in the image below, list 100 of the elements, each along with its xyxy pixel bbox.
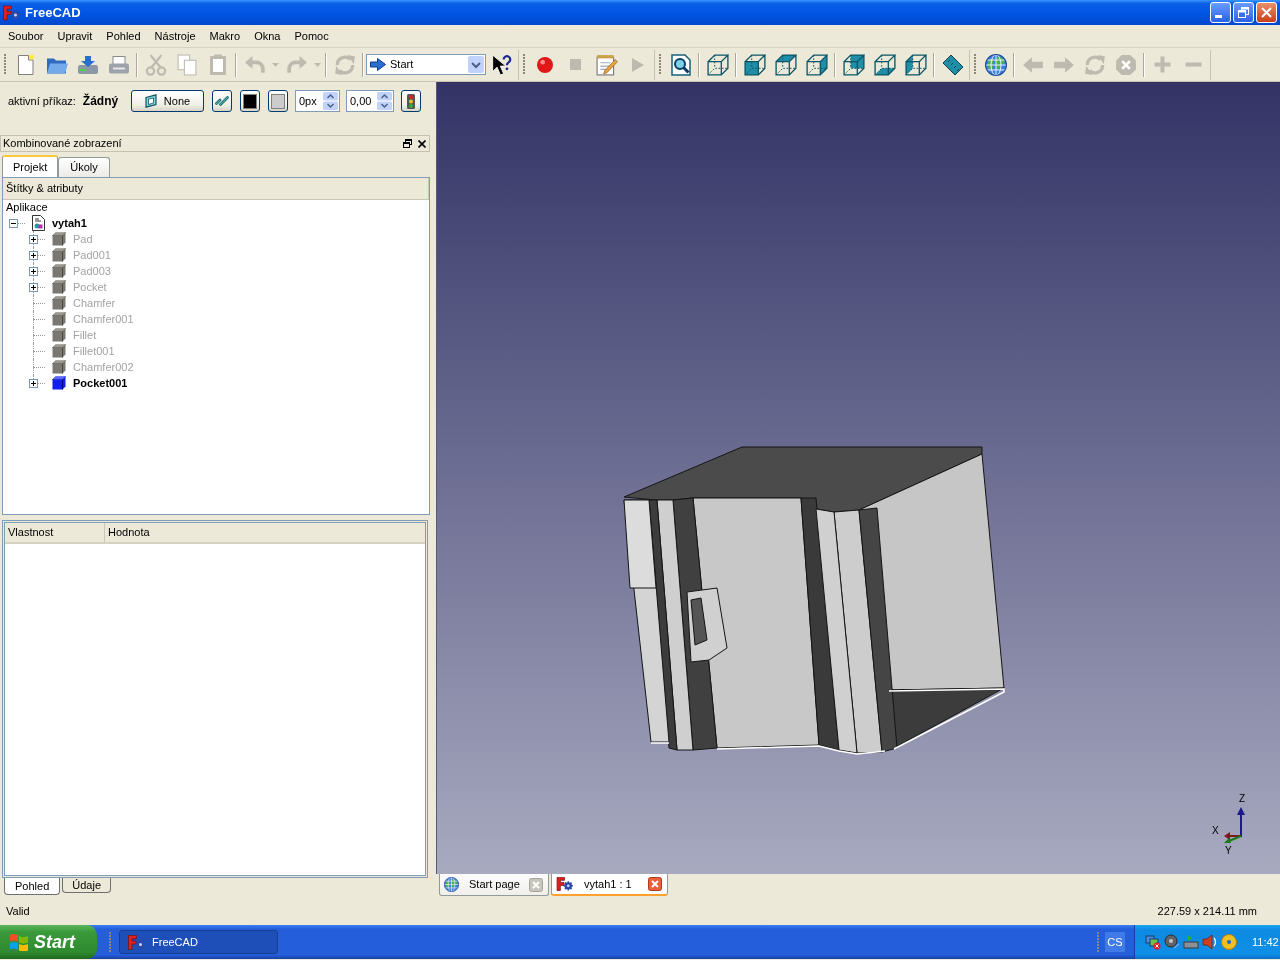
menu-item[interactable]: Soubor (3, 27, 49, 45)
globe-icon (444, 877, 459, 893)
grip-handle-icon[interactable] (523, 54, 525, 75)
cube-icon (52, 328, 66, 342)
cube-icon (52, 232, 66, 246)
menu-item[interactable]: Nástroje (149, 27, 201, 45)
windows-flag-icon[interactable] (9, 933, 29, 951)
save-icon[interactable] (76, 53, 99, 76)
wireframe-cube-icon[interactable] (706, 53, 729, 76)
app-logo-icon (556, 877, 574, 892)
speaker-disc-icon[interactable] (1164, 934, 1180, 950)
plus-box-icon[interactable] (28, 250, 38, 260)
cube-icon (52, 312, 66, 326)
network-error-icon[interactable] (1145, 934, 1161, 950)
cube-icon (52, 376, 66, 390)
minus-box-icon[interactable] (8, 218, 18, 228)
cube-right-face-icon[interactable] (805, 53, 828, 76)
close-icon[interactable] (418, 139, 426, 148)
notepad-pencil-icon[interactable] (595, 53, 618, 76)
dimensions-readout: 227.59 x 214.11 mm (1157, 905, 1257, 917)
magnifier-page-icon[interactable] (669, 53, 692, 76)
spin-arrows-icon[interactable] (323, 92, 338, 110)
close-icon[interactable] (648, 877, 662, 892)
tab[interactable]: Projekt (2, 155, 59, 177)
cube-icon (52, 344, 66, 358)
column-header: Vlastnost (5, 523, 105, 542)
traffic-light-button[interactable] (401, 90, 421, 112)
chain-link-icon[interactable] (215, 96, 229, 106)
volume-icon[interactable] (1202, 934, 1218, 950)
parallelogram-icon[interactable] (144, 94, 157, 108)
command-label: aktivní příkaz: (8, 95, 76, 107)
point-size-field[interactable]: 0,00 (346, 90, 394, 112)
record-icon[interactable] (536, 56, 553, 73)
help-pointer-icon[interactable] (490, 53, 513, 76)
axis-triad-icon (1223, 806, 1245, 844)
globe-icon[interactable] (984, 53, 1007, 76)
plus-box-icon[interactable] (28, 266, 38, 276)
grip-handle-icon[interactable] (659, 54, 661, 75)
menu-item[interactable]: Upravit (52, 27, 98, 45)
axis-label: X (1212, 826, 1219, 836)
tab[interactable]: Pohled (4, 878, 61, 895)
document-tab[interactable]: vytah1 : 1 (551, 874, 668, 897)
menu-item[interactable]: Pomoc (289, 27, 334, 45)
cube-left-face-icon[interactable] (904, 53, 927, 76)
document-tab[interactable]: Start page (439, 874, 549, 897)
tree-item[interactable]: vytah1 (52, 217, 87, 229)
cube-rear-face-icon[interactable] (842, 53, 865, 76)
taskbar-button[interactable]: FreeCAD (119, 930, 278, 954)
document-icon (32, 215, 45, 231)
printer-icon[interactable] (107, 53, 130, 76)
command-value: Žádný (82, 95, 119, 107)
window-title: FreeCAD (25, 6, 82, 19)
status-message: Valid (6, 905, 31, 917)
workbench-dropdown[interactable]: Start (366, 54, 486, 75)
traffic-light-icon[interactable] (407, 93, 415, 109)
language-indicator[interactable]: CS (1105, 932, 1125, 952)
ruler-icon[interactable] (941, 53, 964, 76)
grip-handle-icon[interactable] (1097, 931, 1099, 953)
arrow-right-icon[interactable] (370, 58, 386, 71)
3d-viewport[interactable]: Z X Y (436, 82, 1280, 875)
minimize-button[interactable] (1210, 2, 1231, 23)
tree-item[interactable]: Pocket001 (73, 377, 128, 389)
cube-front-face-icon[interactable] (743, 53, 766, 76)
tab[interactable]: Úkoly (58, 157, 110, 177)
line-width-field[interactable]: 0px (295, 90, 340, 112)
app-logo-icon (128, 934, 146, 950)
float-window-icon[interactable] (403, 139, 412, 148)
cube-top-face-icon[interactable] (774, 53, 797, 76)
axis-label: Y (1225, 846, 1232, 856)
spin-arrows-icon[interactable] (377, 92, 392, 110)
menu-item[interactable]: Makro (204, 27, 246, 45)
plus-box-icon[interactable] (28, 378, 38, 388)
column-header: Hodnota (107, 525, 151, 540)
chevron-down-icon[interactable] (468, 56, 484, 73)
cube-icon (52, 296, 66, 310)
menu-item[interactable]: Pohled (101, 27, 146, 45)
menu-item[interactable]: Okna (249, 27, 286, 45)
tab[interactable]: Údaje (62, 878, 111, 893)
tree-root-label[interactable]: Aplikace (6, 202, 48, 213)
axis-label: Z (1239, 794, 1246, 804)
restore-button[interactable] (1233, 2, 1254, 23)
draw-style-button[interactable]: None (131, 90, 204, 112)
grip-handle-icon[interactable] (4, 54, 6, 75)
cube-icon (52, 248, 66, 262)
start-button[interactable]: Start (0, 925, 97, 959)
grip-handle-icon[interactable] (109, 931, 111, 953)
close-button[interactable] (1256, 2, 1277, 23)
link-button[interactable] (212, 90, 232, 112)
cube-icon (52, 360, 66, 374)
restore-icon[interactable] (1238, 7, 1249, 18)
cube-bottom-face-icon[interactable] (873, 53, 896, 76)
cube-icon (52, 280, 66, 294)
grip-handle-icon[interactable] (974, 54, 976, 75)
plus-box-icon[interactable] (28, 282, 38, 292)
dock-title: Kombinované zobrazení (3, 138, 123, 149)
clock: 11:42 (1252, 936, 1279, 948)
plus-box-icon[interactable] (28, 234, 38, 244)
cube-icon (52, 264, 66, 278)
app-logo-icon[interactable] (3, 4, 21, 21)
column-header: Štítky & atributy (3, 178, 429, 200)
